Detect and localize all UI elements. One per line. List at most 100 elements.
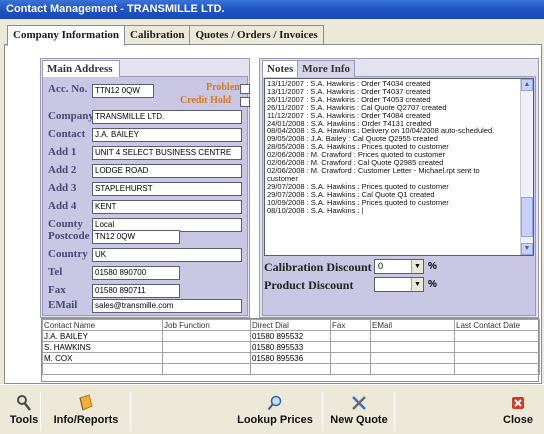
close-button[interactable]: Close: [496, 394, 540, 434]
contact-field[interactable]: J.A. BAILEY: [92, 128, 242, 142]
product-discount-percent: %: [428, 279, 437, 290]
cell-last-contact-date[interactable]: [454, 341, 540, 353]
tel-field[interactable]: 01580 890700: [92, 266, 180, 280]
scroll-down-icon[interactable]: ▼: [521, 243, 533, 255]
acc-no-field[interactable]: TTN12 0QW: [92, 84, 154, 98]
tools-button[interactable]: Tools: [6, 394, 42, 434]
add1-field[interactable]: UNIT 4 SELECT BUSINESS CENTRE: [92, 146, 242, 160]
note-line: 26/11/2007 : S.A. Hawkins : Cal Quote Q2…: [267, 103, 447, 112]
note-line: 13/11/2007 : S.A. Hawkins : Order T4034 …: [267, 80, 431, 88]
info-reports-label: Info/Reports: [53, 414, 119, 426]
cell-contact-name[interactable]: [42, 363, 163, 375]
add3-field[interactable]: STAPLEHURST: [92, 182, 242, 196]
cell-direct-dial[interactable]: 01580 895532: [250, 330, 331, 342]
cell-fax[interactable]: [330, 363, 371, 375]
problem-checkbox[interactable]: [240, 84, 250, 94]
cell-last-contact-date[interactable]: [454, 363, 540, 375]
add2-label: Add 2: [48, 164, 77, 176]
column-header-fax[interactable]: Fax: [330, 319, 371, 331]
postcode-label: Postcode: [48, 230, 90, 242]
notes-textarea[interactable]: 13/11/2007 : S.A. Hawkins : Order T4034 …: [264, 78, 534, 256]
cell-fax[interactable]: [330, 341, 371, 353]
table-row[interactable]: S. HAWKINS 01580 895533: [42, 341, 540, 353]
note-line: 08/10/2008 : S.A. Hawkins : |: [267, 206, 364, 215]
add1-label: Add 1: [48, 146, 77, 158]
new-quote-button[interactable]: New Quote: [326, 394, 392, 434]
add3-label: Add 3: [48, 182, 77, 194]
add2-field[interactable]: LODGE ROAD: [92, 164, 242, 178]
chevron-down-icon[interactable]: ▼: [411, 260, 423, 273]
main-tabs: Company Information Calibration Quotes /…: [7, 25, 324, 46]
scroll-thumb[interactable]: [521, 197, 533, 237]
column-header-job-function[interactable]: Job Function: [162, 319, 251, 331]
toolbar-separator: [130, 392, 131, 430]
table-row[interactable]: M. COX 01580 895536: [42, 352, 540, 364]
tab-calibration[interactable]: Calibration: [124, 25, 191, 45]
tab-company-information[interactable]: Company Information: [7, 25, 126, 46]
scroll-up-icon[interactable]: ▲: [521, 79, 533, 91]
cell-email[interactable]: [370, 352, 455, 364]
country-label: Country: [48, 248, 88, 260]
cell-contact-name[interactable]: M. COX: [42, 352, 163, 364]
column-header-contact-name[interactable]: Contact Name: [42, 319, 163, 331]
cell-contact-name[interactable]: S. HAWKINS: [42, 341, 163, 353]
fax-field[interactable]: 01580 890711: [92, 284, 180, 298]
column-header-email[interactable]: EMail: [370, 319, 455, 331]
note-line: customer: [267, 174, 298, 183]
table-row[interactable]: [42, 363, 540, 375]
column-header-last-contact-date[interactable]: Last Contact Date: [454, 319, 540, 331]
cell-fax[interactable]: [330, 330, 371, 342]
cell-job-function[interactable]: [162, 363, 251, 375]
table-row[interactable]: J.A. BAILEY 01580 895532: [42, 330, 540, 342]
cell-email[interactable]: [370, 330, 455, 342]
new-quote-label: New Quote: [330, 414, 388, 426]
cell-job-function[interactable]: [162, 330, 251, 342]
note-line: 11/12/2007 : S.A. Hawkins : Order T4084 …: [267, 111, 431, 120]
note-line: 10/09/2008 : S.A. Hawkins : Prices quote…: [267, 198, 449, 207]
cell-direct-dial[interactable]: [250, 363, 331, 375]
cell-job-function[interactable]: [162, 341, 251, 353]
chevron-down-icon[interactable]: ▼: [411, 278, 423, 291]
tab-more-info[interactable]: More Info: [297, 60, 356, 77]
calibration-discount-select[interactable]: 0 ▼: [374, 259, 424, 274]
credit-hold-label: Credit Hold: [180, 95, 232, 106]
notes-scrollbar[interactable]: ▲ ▼: [520, 79, 533, 255]
tools-crossed-icon: [352, 396, 366, 410]
notes-text: 13/11/2007 : S.A. Hawkins : Order T4034 …: [267, 80, 522, 214]
cell-email[interactable]: [370, 341, 455, 353]
credit-hold-checkbox[interactable]: [240, 97, 250, 107]
tab-main-address[interactable]: Main Address: [42, 60, 120, 77]
email-field[interactable]: sales@transmille.com: [92, 299, 242, 313]
tab-quotes-orders-invoices[interactable]: Quotes / Orders / Invoices: [189, 25, 324, 45]
contacts-grid: Contact Name Job Function Direct Dial Fa…: [41, 318, 540, 382]
close-icon: [512, 397, 524, 409]
lookup-prices-button[interactable]: Lookup Prices: [230, 394, 320, 434]
note-line: 09/05/2008 : J.A. Bailey : Cal Quote Q29…: [267, 135, 438, 144]
company-field[interactable]: TRANSMILLE LTD.: [92, 110, 242, 124]
acc-no-label: Acc. No.: [48, 83, 88, 95]
cell-direct-dial[interactable]: 01580 895536: [250, 352, 331, 364]
cell-contact-name[interactable]: J.A. BAILEY: [42, 330, 163, 342]
country-field[interactable]: UK: [92, 248, 242, 262]
info-reports-button[interactable]: Info/Reports: [44, 394, 128, 434]
company-label: Company: [48, 110, 94, 122]
tab-notes[interactable]: Notes: [262, 60, 299, 77]
add4-label: Add 4: [48, 200, 77, 212]
column-header-direct-dial[interactable]: Direct Dial: [250, 319, 331, 331]
note-line: 02/06/2008 : M. Crawford : Customer Lett…: [267, 166, 480, 175]
cell-job-function[interactable]: [162, 352, 251, 364]
calibration-discount-label: Calibration Discount: [264, 260, 372, 274]
cell-direct-dial[interactable]: 01580 895533: [250, 341, 331, 353]
cell-last-contact-date[interactable]: [454, 352, 540, 364]
product-discount-select[interactable]: ▼: [374, 277, 424, 292]
tel-label: Tel: [48, 266, 63, 278]
add4-field[interactable]: KENT: [92, 200, 242, 214]
postcode-field[interactable]: TN12 0QW: [92, 230, 180, 244]
cell-email[interactable]: [370, 363, 455, 375]
cell-last-contact-date[interactable]: [454, 330, 540, 342]
contact-management-window: Contact Management - TRANSMILLE LTD. Com…: [0, 0, 544, 434]
close-label: Close: [503, 414, 533, 426]
cell-fax[interactable]: [330, 352, 371, 364]
product-discount-label: Product Discount: [264, 278, 354, 292]
note-line: 02/06/2008 : M. Crawford : Cal Quote Q29…: [267, 159, 444, 167]
